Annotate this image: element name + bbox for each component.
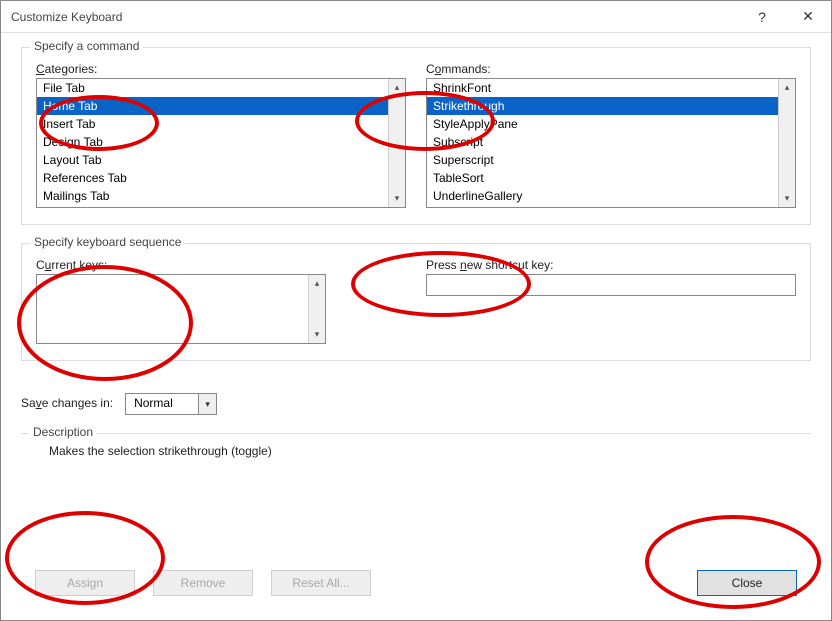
dialog-title: Customize Keyboard bbox=[11, 10, 739, 24]
scroll-down-icon[interactable]: ▾ bbox=[779, 190, 795, 207]
save-changes-label: Save changes in: bbox=[21, 396, 113, 410]
command-item[interactable]: WordSetDefaultPaste bbox=[427, 205, 778, 207]
categories-scrollbar[interactable]: ▴ ▾ bbox=[388, 79, 405, 207]
command-columns: Categories: File TabHome TabInsert TabDe… bbox=[36, 62, 796, 208]
remove-label: emove bbox=[189, 576, 225, 590]
current-keys-inner bbox=[37, 275, 308, 343]
scroll-down-icon[interactable]: ▾ bbox=[389, 190, 405, 207]
scroll-down-icon[interactable]: ▾ bbox=[309, 326, 325, 343]
category-item[interactable]: Mailings Tab bbox=[37, 187, 388, 205]
customize-keyboard-dialog: Customize Keyboard ? ✕ Specify a command… bbox=[0, 0, 832, 621]
command-item[interactable]: UnderlineGallery bbox=[427, 187, 778, 205]
assign-button[interactable]: Assign bbox=[35, 570, 135, 596]
remove-button[interactable]: Remove bbox=[153, 570, 253, 596]
new-shortcut-input[interactable] bbox=[426, 274, 796, 296]
category-item[interactable]: Review Tab bbox=[37, 205, 388, 207]
specify-sequence-legend: Specify keyboard sequence bbox=[30, 235, 185, 249]
command-item[interactable]: Strikethrough bbox=[427, 97, 778, 115]
new-shortcut-column: Press new shortcut key: bbox=[426, 258, 796, 344]
command-item[interactable]: StyleApplyPane bbox=[427, 115, 778, 133]
save-changes-dropdown[interactable]: Normal ▾ bbox=[125, 393, 217, 415]
specify-command-legend: Specify a command bbox=[30, 39, 143, 53]
category-item[interactable]: Home Tab bbox=[37, 97, 388, 115]
description-legend: Description bbox=[29, 425, 97, 439]
scroll-up-icon[interactable]: ▴ bbox=[389, 79, 405, 96]
assign-label: ssign bbox=[75, 576, 103, 590]
description-text: Makes the selection strikethrough (toggl… bbox=[35, 444, 797, 458]
current-keys-label: Current keys: bbox=[36, 258, 406, 272]
categories-list-inner: File TabHome TabInsert TabDesign TabLayo… bbox=[37, 79, 388, 207]
specify-command-group: Specify a command Categories: File TabHo… bbox=[21, 47, 811, 225]
categories-listbox[interactable]: File TabHome TabInsert TabDesign TabLayo… bbox=[36, 78, 406, 208]
category-item[interactable]: Layout Tab bbox=[37, 151, 388, 169]
close-button[interactable]: Close bbox=[697, 570, 797, 596]
description-group: Description Makes the selection striketh… bbox=[21, 433, 811, 474]
commands-scrollbar[interactable]: ▴ ▾ bbox=[778, 79, 795, 207]
commands-list-inner: ShrinkFontStrikethroughStyleApplyPaneSub… bbox=[427, 79, 778, 207]
reset-all-button[interactable]: Reset All... bbox=[271, 570, 371, 596]
sequence-columns: Current keys: ▴ ▾ Press new shortcut key… bbox=[36, 258, 796, 344]
dialog-button-row: Assign Remove Reset All... Close bbox=[35, 570, 797, 596]
save-changes-value: Normal bbox=[126, 394, 198, 414]
commands-label: Commands: bbox=[426, 62, 796, 76]
category-item[interactable]: File Tab bbox=[37, 79, 388, 97]
current-keys-listbox[interactable]: ▴ ▾ bbox=[36, 274, 326, 344]
category-item[interactable]: Design Tab bbox=[37, 133, 388, 151]
commands-column: Commands: ShrinkFontStrikethroughStyleAp… bbox=[426, 62, 796, 208]
commands-listbox[interactable]: ShrinkFontStrikethroughStyleApplyPaneSub… bbox=[426, 78, 796, 208]
categories-column: Categories: File TabHome TabInsert TabDe… bbox=[36, 62, 406, 208]
category-item[interactable]: Insert Tab bbox=[37, 115, 388, 133]
scroll-up-icon[interactable]: ▴ bbox=[309, 275, 325, 292]
reset-label: et All... bbox=[314, 576, 350, 590]
chevron-down-icon[interactable]: ▾ bbox=[198, 394, 216, 414]
current-keys-scrollbar[interactable]: ▴ ▾ bbox=[308, 275, 325, 343]
help-button[interactable]: ? bbox=[739, 1, 785, 33]
specify-sequence-group: Specify keyboard sequence Current keys: … bbox=[21, 243, 811, 361]
categories-label: Categories: bbox=[36, 62, 406, 76]
new-shortcut-label: Press new shortcut key: bbox=[426, 258, 796, 272]
category-item[interactable]: References Tab bbox=[37, 169, 388, 187]
scroll-up-icon[interactable]: ▴ bbox=[779, 79, 795, 96]
command-item[interactable]: Subscript bbox=[427, 133, 778, 151]
titlebar: Customize Keyboard ? ✕ bbox=[1, 1, 831, 33]
save-changes-row: Save changes in: Normal ▾ bbox=[21, 393, 811, 415]
dialog-body: Specify a command Categories: File TabHo… bbox=[1, 33, 831, 512]
close-window-button[interactable]: ✕ bbox=[785, 1, 831, 33]
command-item[interactable]: Superscript bbox=[427, 151, 778, 169]
command-item[interactable]: ShrinkFont bbox=[427, 79, 778, 97]
current-keys-column: Current keys: ▴ ▾ bbox=[36, 258, 406, 344]
command-item[interactable]: TableSort bbox=[427, 169, 778, 187]
